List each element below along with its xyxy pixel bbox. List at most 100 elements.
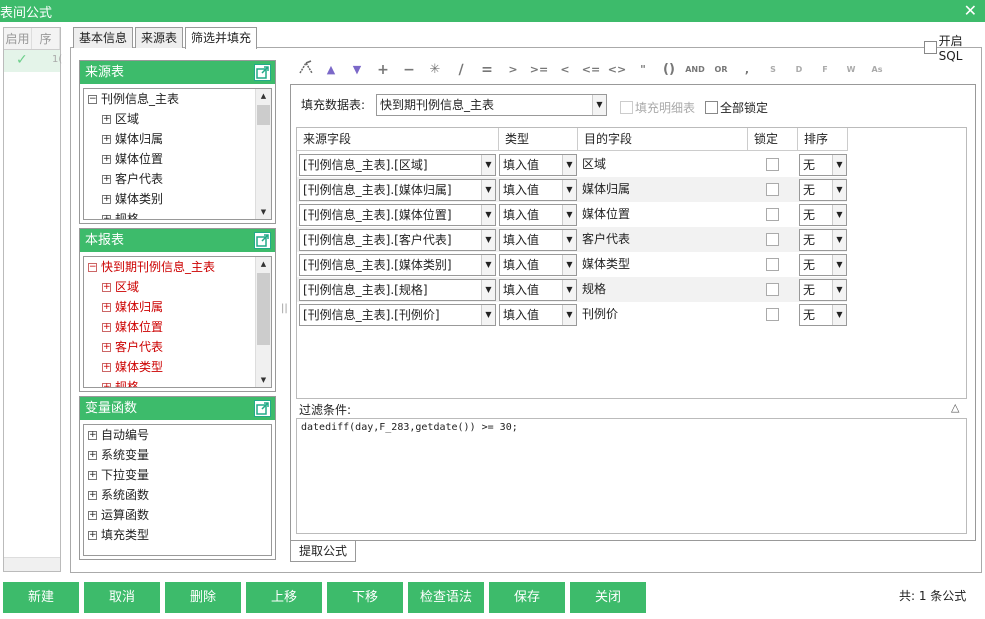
op-minus[interactable]: − [399, 59, 419, 81]
expand-icon[interactable]: + [102, 283, 111, 292]
sort-select[interactable]: 无 ▼ [799, 304, 847, 326]
lock-checkbox[interactable] [766, 158, 779, 171]
sort-select[interactable]: 无 ▼ [799, 279, 847, 301]
op-greater[interactable]: > [503, 59, 523, 81]
tree-node[interactable]: + 媒体归属 [84, 297, 271, 317]
table-row[interactable]: [刊例信息_主表].[规格] ▼ 填入值 ▼ 规格 无 ▼ [297, 277, 847, 302]
expand-icon[interactable]: + [102, 215, 111, 219]
collapse-icon[interactable]: − [88, 95, 97, 104]
dropdown-arrow-icon[interactable]: ▼ [592, 95, 606, 115]
tree-node[interactable]: − 刊例信息_主表 [84, 89, 271, 109]
type-select[interactable]: 填入值 ▼ [499, 204, 577, 226]
collapse-icon[interactable]: − [88, 263, 97, 272]
scroll-down-icon[interactable]: ▼ [256, 373, 271, 387]
popout-icon[interactable] [254, 232, 271, 249]
fill-table-select[interactable]: 快到期刊例信息_主表 ▼ [376, 94, 607, 116]
dropdown-arrow-icon[interactable]: ▼ [562, 280, 576, 300]
dropdown-arrow-icon[interactable]: ▼ [481, 230, 495, 250]
scroll-down-icon[interactable]: ▼ [256, 205, 271, 219]
tree-node[interactable]: + 媒体类别 [84, 189, 271, 209]
op-parentheses[interactable]: () [659, 59, 679, 81]
op-f[interactable]: F [815, 59, 835, 81]
type-select[interactable]: 填入值 ▼ [499, 304, 577, 326]
dropdown-arrow-icon[interactable]: ▼ [832, 305, 846, 325]
op-divide[interactable]: ∕ [451, 59, 471, 81]
type-select[interactable]: 填入值 ▼ [499, 279, 577, 301]
expand-icon[interactable]: + [102, 115, 111, 124]
op-and[interactable]: AND [685, 59, 705, 81]
open-sql-toggle[interactable]: 开启SQL [924, 32, 985, 63]
tree-node[interactable]: − 快到期刊例信息_主表 [84, 257, 271, 277]
type-select[interactable]: 填入值 ▼ [499, 229, 577, 251]
fill-detail-checkbox[interactable] [620, 101, 633, 114]
scroll-up-icon[interactable]: ▲ [256, 257, 271, 271]
lock-all-toggle[interactable]: 全部锁定 [705, 99, 768, 116]
tree-node[interactable]: + 媒体归属 [84, 129, 271, 149]
dropdown-arrow-icon[interactable]: ▼ [562, 180, 576, 200]
dropdown-arrow-icon[interactable]: ▼ [481, 205, 495, 225]
dropdown-arrow-icon[interactable]: ▼ [832, 180, 846, 200]
expand-icon[interactable]: + [88, 471, 97, 480]
move-down-button[interactable]: 下移 [327, 582, 403, 613]
lock-all-checkbox[interactable] [705, 101, 718, 114]
dropdown-arrow-icon[interactable]: ▼ [481, 280, 495, 300]
horizontal-scrollbar[interactable] [4, 557, 60, 571]
move-up-icon[interactable]: ▲ [321, 59, 341, 81]
dropdown-arrow-icon[interactable]: ▼ [481, 305, 495, 325]
dropdown-arrow-icon[interactable]: ▼ [481, 180, 495, 200]
tree-node[interactable]: + 系统变量 [84, 445, 271, 465]
lock-checkbox[interactable] [766, 308, 779, 321]
table-row[interactable]: [刊例信息_主表].[媒体类别] ▼ 填入值 ▼ 媒体类型 无 ▼ [297, 252, 847, 277]
scroll-thumb[interactable] [257, 105, 270, 125]
sort-select[interactable]: 无 ▼ [799, 229, 847, 251]
tab-basic-info[interactable]: 基本信息 [73, 27, 134, 48]
cancel-button[interactable]: 取消 [84, 582, 160, 613]
source-field-select[interactable]: [刊例信息_主表].[刊例价] ▼ [299, 304, 496, 326]
tree-node[interactable]: + 客户代表 [84, 337, 271, 357]
tree-node[interactable]: + 媒体位置 [84, 317, 271, 337]
source-field-select[interactable]: [刊例信息_主表].[媒体类别] ▼ [299, 254, 496, 276]
col-lock[interactable]: 锁定 [748, 128, 798, 151]
op-multiply[interactable]: ✳ [425, 59, 445, 81]
sort-select[interactable]: 无 ▼ [799, 204, 847, 226]
op-greater-equal[interactable]: >= [529, 59, 549, 81]
op-as[interactable]: As [867, 59, 887, 81]
lock-checkbox[interactable] [766, 258, 779, 271]
op-comma[interactable]: , [737, 59, 757, 81]
op-quote[interactable]: " [633, 59, 653, 81]
tree-node[interactable]: + 媒体类型 [84, 357, 271, 377]
delete-button[interactable]: 删除 [165, 582, 241, 613]
dropdown-arrow-icon[interactable]: ▼ [562, 255, 576, 275]
lock-checkbox[interactable] [766, 233, 779, 246]
filter-textarea[interactable]: datediff(day,F_283,getdate()) >= 30; [296, 418, 967, 534]
col-order[interactable]: 序 [32, 28, 60, 49]
tree-node[interactable]: + 填充类型 [84, 525, 271, 545]
expand-icon[interactable]: + [88, 451, 97, 460]
dropdown-arrow-icon[interactable]: ▼ [832, 255, 846, 275]
vertical-scrollbar[interactable]: ▲ ▼ [255, 89, 271, 219]
dropdown-arrow-icon[interactable]: ▼ [562, 155, 576, 175]
dropdown-arrow-icon[interactable]: ▼ [481, 155, 495, 175]
expand-icon[interactable]: + [88, 491, 97, 500]
expand-icon[interactable]: + [102, 323, 111, 332]
source-field-select[interactable]: [刊例信息_主表].[媒体位置] ▼ [299, 204, 496, 226]
tree-node[interactable]: + 运算函数 [84, 505, 271, 525]
op-d[interactable]: D [789, 59, 809, 81]
tree-node[interactable]: + 下拉变量 [84, 465, 271, 485]
enabled-check-icon[interactable]: ✓ [16, 52, 28, 68]
tree-node[interactable]: + 规格 [84, 209, 271, 219]
op-not-equal[interactable]: <> [607, 59, 627, 81]
expand-icon[interactable]: + [102, 155, 111, 164]
source-field-select[interactable]: [刊例信息_主表].[客户代表] ▼ [299, 229, 496, 251]
tab-source-table[interactable]: 来源表 [135, 27, 184, 48]
collapse-triangle-icon[interactable]: △ [951, 401, 959, 414]
sort-select[interactable]: 无 ▼ [799, 254, 847, 276]
op-less-equal[interactable]: <= [581, 59, 601, 81]
lock-checkbox[interactable] [766, 183, 779, 196]
dropdown-arrow-icon[interactable]: ▼ [832, 230, 846, 250]
close-icon[interactable]: ✕ [964, 1, 977, 20]
table-row[interactable]: [刊例信息_主表].[刊例价] ▼ 填入值 ▼ 刊例价 无 ▼ [297, 302, 847, 327]
tree-node[interactable]: + 自动编号 [84, 425, 271, 445]
tab-extract-formula[interactable]: 提取公式 [290, 541, 356, 562]
col-sort[interactable]: 排序 [798, 128, 848, 151]
